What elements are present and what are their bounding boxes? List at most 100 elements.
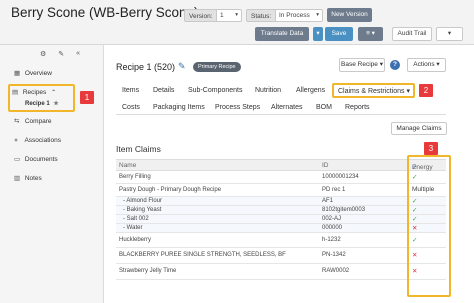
- sidebar-item-compare[interactable]: ⇆ Compare: [14, 117, 52, 127]
- row-id: 10000001234: [322, 174, 359, 180]
- row-id: h-1232: [322, 237, 341, 243]
- actions-button[interactable]: Actions ▾: [407, 58, 446, 72]
- version-value: 1: [220, 12, 224, 19]
- row-id: 8102tgitem0003: [322, 207, 366, 213]
- chevron-down-icon: ▾: [316, 12, 319, 18]
- translate-data-button[interactable]: Translate Data: [255, 27, 309, 41]
- sidebar-item-notes[interactable]: ▥ Notes: [14, 174, 42, 184]
- tab-claims-restrictions[interactable]: Claims & Restrictions ▾: [338, 87, 410, 95]
- row-id: PD rec 1: [322, 187, 346, 193]
- help-icon[interactable]: ?: [390, 60, 400, 70]
- table-row: Huckleberry h-1232 ✓: [116, 233, 446, 248]
- step-badge-3: 3: [424, 142, 438, 155]
- tab-packaging-items[interactable]: Packaging Items: [153, 104, 205, 111]
- sidebar-item-associations[interactable]: ⋄ Associations: [14, 136, 61, 146]
- overview-icon: ▦: [14, 70, 21, 77]
- new-version-button[interactable]: New Version: [327, 8, 372, 22]
- base-recipe-button[interactable]: Base Recipe ▾: [339, 58, 385, 72]
- primary-recipe-badge: Primary Recipe: [193, 62, 241, 72]
- table-row: Strawberry Jelly Time RAW0002 ✕: [116, 264, 446, 280]
- more-button[interactable]: ▾: [436, 27, 463, 41]
- sidebar-item-label: Associations: [24, 137, 61, 144]
- row-id: PN-1342: [322, 252, 346, 258]
- tab-alternates[interactable]: Alternates: [271, 104, 303, 111]
- highlight-box-3: [407, 155, 451, 297]
- row-id: 000000: [322, 225, 343, 231]
- row-name: - Water: [123, 225, 143, 231]
- sidebar-item-label: Documents: [24, 156, 58, 163]
- row-id: AF1: [322, 198, 334, 204]
- collapse-icon[interactable]: «: [76, 50, 80, 58]
- header: Berry Scone (WB-Berry Scone) Version: 1 …: [0, 0, 474, 45]
- menu-button[interactable]: ≡ ▾: [358, 27, 383, 41]
- status-select[interactable]: In Process ▾: [275, 9, 323, 22]
- notes-icon: ▥: [14, 175, 21, 182]
- sidebar-item-documents[interactable]: ▭ Documents: [14, 155, 58, 165]
- table-row: Berry Filling 10000001234 ✓: [116, 171, 446, 184]
- chevron-up-icon: ⌃: [51, 90, 57, 96]
- table-body: Berry Filling 10000001234 ✓ Pastry Dough - …: [116, 171, 446, 280]
- row-name: BLACKBERRY PUREE SINGLE STRENGTH, SEEDLE…: [119, 252, 286, 258]
- tab-costs[interactable]: Costs: [122, 104, 140, 111]
- col-header-name[interactable]: Name: [119, 162, 136, 169]
- associations-icon: ⋄: [14, 137, 19, 144]
- col-header-id[interactable]: ID: [322, 162, 329, 169]
- table-row: - Almond Flour AF1 ✓: [116, 197, 446, 206]
- version-select[interactable]: 1 ▾: [216, 9, 242, 22]
- status-label: Status:: [246, 9, 277, 22]
- row-name: - Salt 002: [123, 216, 149, 222]
- tab-allergens[interactable]: Allergens: [296, 87, 325, 94]
- sidebar-item-recipes[interactable]: ▤ Recipes ⌃: [12, 88, 56, 98]
- sidebar-item-label: Notes: [24, 175, 42, 182]
- chevron-down-icon: ▾: [235, 12, 238, 18]
- table-row: - Salt 002 002-AJ ✓: [116, 215, 446, 224]
- tab-nutrition[interactable]: Nutrition: [255, 87, 281, 94]
- gear-icon[interactable]: ⚙: [40, 50, 46, 58]
- tab-reports[interactable]: Reports: [345, 104, 370, 111]
- tab-process-steps[interactable]: Process Steps: [215, 104, 260, 111]
- wrench-icon[interactable]: ✎: [58, 50, 64, 58]
- chevron-down-icon: ▾: [316, 30, 320, 37]
- item-claims-table: Name ID Energy ↗ Berry Filling 1000000123…: [116, 159, 446, 280]
- table-row: Pastry Dough - Primary Dough Recipe PD re…: [116, 184, 446, 197]
- tab-sub-components[interactable]: Sub-Components: [188, 87, 242, 94]
- section-title: Item Claims: [116, 144, 161, 154]
- row-name: Berry Filling: [119, 174, 151, 180]
- version-label: Version:: [184, 9, 218, 22]
- step-badge-2: 2: [419, 84, 433, 97]
- manage-claims-button[interactable]: Manage Claims: [391, 122, 447, 135]
- table-row: - Water 000000 ✕: [116, 224, 446, 233]
- sidebar-item-label: Overview: [24, 70, 52, 77]
- row-name: - Baking Yeast: [123, 207, 162, 213]
- tab-divider: [116, 114, 446, 115]
- tab-items[interactable]: Items: [122, 87, 139, 94]
- sidebar-item-overview[interactable]: ▦ Overview: [14, 69, 52, 79]
- status-value: In Process: [279, 12, 310, 19]
- sidebar-item-label: Recipes: [22, 89, 47, 96]
- star-icon[interactable]: ★: [53, 101, 58, 107]
- audit-trail-button[interactable]: Audit Trail: [392, 27, 432, 41]
- sidebar-subitem-recipe1[interactable]: Recipe 1 ★: [25, 99, 59, 109]
- row-name: Strawberry Jelly Time: [119, 268, 177, 274]
- row-name: Pastry Dough - Primary Dough Recipe: [119, 187, 222, 193]
- page-title: Berry Scone (WB-Berry Scone): [11, 5, 199, 20]
- sidebar-item-label: Compare: [24, 118, 52, 125]
- menu-icon: ≡: [366, 30, 370, 37]
- recipe-title: Recipe 1 (520): [116, 62, 176, 72]
- compare-icon: ⇆: [14, 118, 20, 125]
- row-id: 002-AJ: [322, 216, 342, 222]
- row-name: Huckleberry: [119, 237, 152, 243]
- row-name: - Almond Flour: [123, 198, 163, 204]
- sidebar-toolbar: ⚙ ✎ «: [40, 50, 80, 58]
- step-badge-1: 1: [80, 91, 94, 104]
- table-row: - Baking Yeast 8102tgitem0003 ✓: [116, 206, 446, 215]
- recipes-icon: ▤: [12, 89, 19, 96]
- save-button[interactable]: Save: [325, 27, 353, 41]
- sidebar-subitem-label: Recipe 1: [25, 101, 50, 107]
- save-dropdown-toggle[interactable]: ▾: [313, 27, 323, 41]
- row-id: RAW0002: [322, 268, 350, 274]
- pencil-icon[interactable]: ✎: [178, 61, 186, 72]
- tab-details[interactable]: Details: [153, 87, 174, 94]
- tab-bom[interactable]: BOM: [316, 104, 332, 111]
- table-row: BLACKBERRY PUREE SINGLE STRENGTH, SEEDLE…: [116, 248, 446, 264]
